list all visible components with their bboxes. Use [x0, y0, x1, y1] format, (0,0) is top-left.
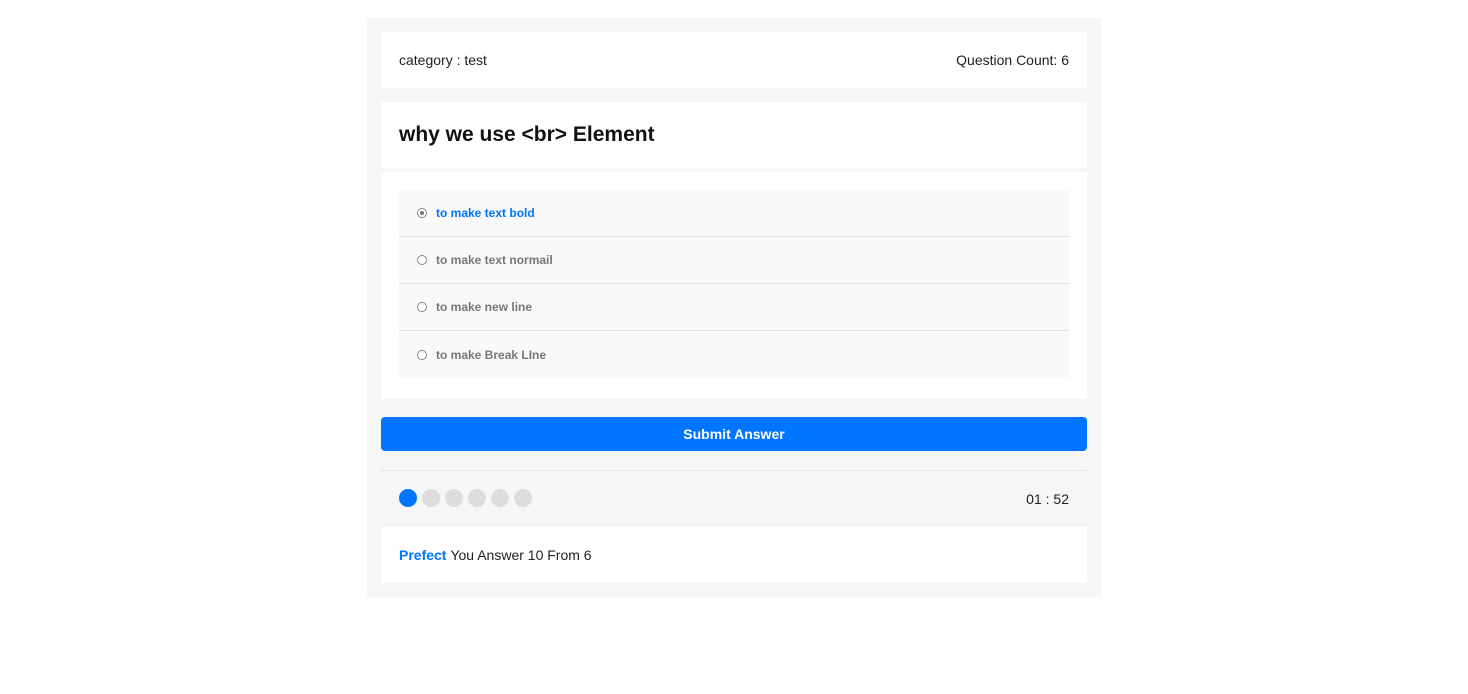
answer-radio-2[interactable]: [417, 255, 427, 265]
answer-label-4[interactable]: to make Break LIne: [436, 348, 546, 362]
results-bar: Prefect You Answer 10 From 6: [381, 527, 1087, 583]
question-area: why we use <br> Element: [381, 102, 1087, 168]
submit-answer-button[interactable]: Submit Answer: [381, 417, 1087, 451]
progress-bullet: [514, 489, 532, 507]
question-title: why we use <br> Element: [399, 123, 655, 146]
answer-option-4[interactable]: to make Break LIne: [399, 331, 1069, 378]
result-grade: Prefect: [399, 547, 447, 563]
progress-bullet: [468, 489, 486, 507]
quiz-info-bar: category : test Question Count: 6: [381, 32, 1087, 88]
answer-option-2[interactable]: to make text normail: [399, 237, 1069, 284]
progress-bullet: [491, 489, 509, 507]
answer-radio-1[interactable]: [417, 208, 427, 218]
answer-radio-3[interactable]: [417, 302, 427, 312]
progress-bullets: [399, 489, 532, 507]
answer-radio-4[interactable]: [417, 349, 427, 360]
answer-label-2[interactable]: to make text normail: [436, 253, 553, 267]
result-text: You Answer 10 From 6: [450, 547, 592, 563]
progress-bullet: [445, 489, 463, 507]
progress-bullet: [422, 489, 440, 507]
countdown-timer: 01 : 52: [1026, 491, 1069, 507]
answer-label-1[interactable]: to make text bold: [436, 206, 535, 220]
answer-option-1[interactable]: to make text bold: [399, 190, 1069, 237]
answer-label-3[interactable]: to make new line: [436, 300, 532, 314]
category-label: category : test: [399, 52, 487, 68]
answers-area: to make text bold to make text normail t…: [381, 172, 1087, 399]
quiz-app: category : test Question Count: 6 why we…: [367, 18, 1101, 597]
answer-option-3[interactable]: to make new line: [399, 284, 1069, 331]
progress-bullet: [399, 489, 417, 507]
question-count: Question Count: 6: [956, 52, 1069, 68]
divider: [381, 470, 1087, 471]
